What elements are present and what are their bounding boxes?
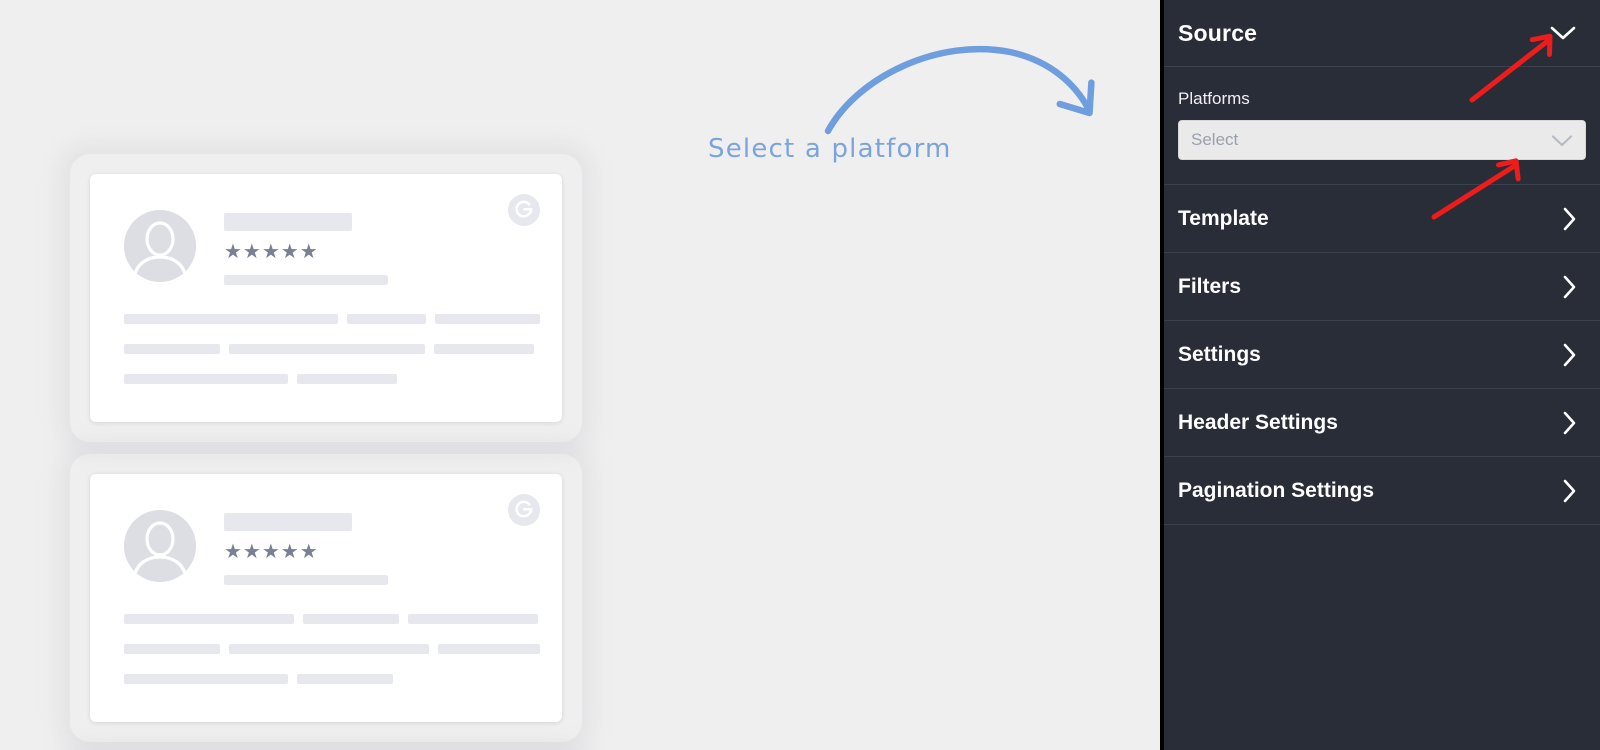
text-placeholder-bar [124, 644, 220, 654]
text-placeholder-bar [229, 644, 429, 654]
reviewer-meta: ★★★★★ [224, 210, 388, 285]
chevron-right-icon[interactable] [1562, 343, 1576, 367]
text-placeholder-bar [434, 314, 540, 324]
google-g-icon [508, 494, 540, 526]
widget-preview-pane: Select a platform ★★★★★ ★★★★★ ★★★★★ ★★★★… [0, 0, 1160, 750]
text-placeholder-bar [124, 674, 288, 684]
review-card-wrapper: ★★★★★ [70, 454, 582, 742]
review-card-header: ★★★★★ [124, 210, 388, 285]
sidebar-section-label: Filters [1178, 274, 1242, 298]
source-panel-header[interactable]: Source [1164, 0, 1600, 67]
chevron-right-icon[interactable] [1562, 411, 1576, 435]
text-placeholder-bar [124, 374, 288, 384]
google-g-icon [508, 494, 540, 526]
review-date-placeholder [224, 575, 388, 585]
text-placeholder-bar [438, 644, 540, 654]
review-card-header: ★★★★★ [124, 510, 388, 585]
review-text-line [124, 614, 540, 624]
sidebar-section-header-settings[interactable]: Header Settings [1164, 389, 1600, 457]
review-card-body [124, 614, 540, 704]
sidebar-section-pagination-settings[interactable]: Pagination Settings [1164, 457, 1600, 525]
text-placeholder-bar [346, 314, 426, 324]
google-g-icon [508, 194, 540, 226]
text-placeholder-bar [229, 344, 425, 354]
reviewer-name-placeholder [224, 513, 352, 531]
review-text-line [124, 644, 540, 654]
chevron-right-icon[interactable] [1562, 275, 1576, 299]
sidebar-section-template[interactable]: Template [1164, 185, 1600, 253]
chevron-down-icon[interactable] [1551, 134, 1573, 147]
sidebar-section-filters[interactable]: Filters [1164, 253, 1600, 321]
sidebar-section-label: Template [1178, 206, 1269, 230]
platforms-select[interactable]: Select [1178, 120, 1586, 160]
reviewer-meta: ★★★★★ [224, 510, 388, 585]
review-text-line [124, 344, 540, 354]
review-text-line [124, 674, 540, 684]
reviewer-name-placeholder [224, 213, 352, 231]
text-placeholder-bar [297, 374, 397, 384]
avatar-placeholder-icon [124, 210, 196, 282]
chevron-down-icon[interactable] [1550, 25, 1576, 41]
sidebar-sections: Template Filters Settings Header Settings Pa… [1164, 185, 1600, 525]
review-card[interactable]: ★★★★★ [90, 474, 562, 722]
source-panel-title: Source [1178, 19, 1258, 46]
text-placeholder-bar [124, 314, 338, 324]
chevron-right-icon[interactable] [1562, 207, 1576, 231]
sidebar-section-label: Pagination Settings [1178, 478, 1375, 502]
review-cards-grid: ★★★★★ ★★★★★ ★★★★★ ★★★★★ ★★★★★ ★★★★★ [62, 154, 1117, 750]
avatar [124, 510, 196, 582]
platforms-label: Platforms [1178, 89, 1250, 108]
google-g-icon [508, 194, 540, 226]
rating-stars: ★★★★★ [224, 541, 319, 563]
chevron-right-icon[interactable] [1562, 479, 1576, 503]
review-card-wrapper: ★★★★★ [70, 154, 582, 442]
review-card-body [124, 314, 540, 404]
sidebar-section-settings[interactable]: Settings [1164, 321, 1600, 389]
review-text-line [124, 314, 540, 324]
text-placeholder-bar [124, 614, 294, 624]
text-placeholder-bar [408, 614, 538, 624]
review-card[interactable]: ★★★★★ [90, 174, 562, 422]
review-text-line [124, 374, 540, 384]
platforms-select-placeholder: Select [1191, 130, 1239, 149]
settings-sidebar: Source Platforms Select Template Filters S… [1160, 0, 1600, 750]
review-date-placeholder [224, 275, 388, 285]
text-placeholder-bar [297, 674, 393, 684]
text-placeholder-bar [124, 344, 220, 354]
avatar-placeholder-icon [124, 510, 196, 582]
sidebar-section-label: Header Settings [1178, 410, 1338, 434]
app-root: Select a platform ★★★★★ ★★★★★ ★★★★★ ★★★★… [0, 0, 1600, 750]
sidebar-section-label: Settings [1178, 342, 1261, 366]
text-placeholder-bar [434, 344, 534, 354]
source-panel-body: Platforms Select [1164, 67, 1600, 185]
avatar [124, 210, 196, 282]
rating-stars: ★★★★★ [224, 241, 319, 263]
text-placeholder-bar [303, 614, 399, 624]
